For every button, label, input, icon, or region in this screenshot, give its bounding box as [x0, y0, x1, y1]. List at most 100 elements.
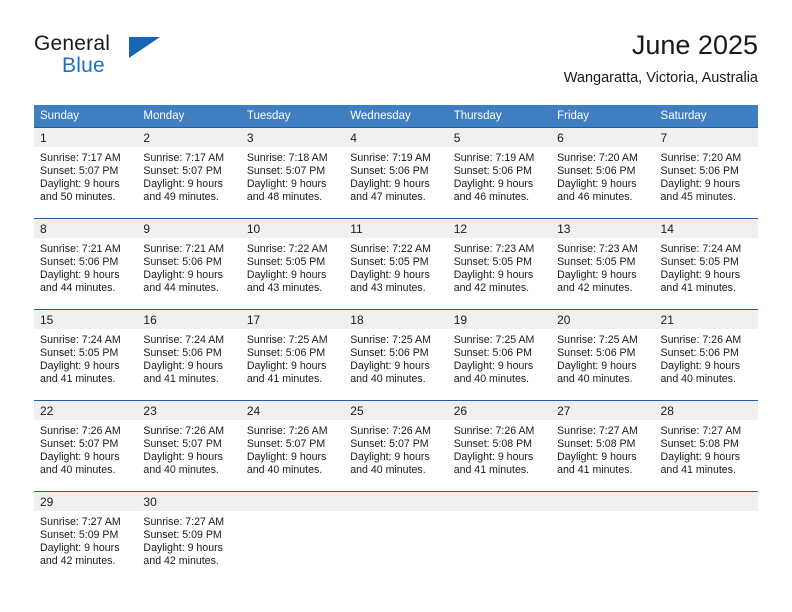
- sunset-text: Sunset: 5:06 PM: [143, 256, 222, 269]
- daylight-text-line1: Daylight: 9 hours: [453, 269, 534, 282]
- day-number: [654, 492, 758, 511]
- sunset-text: Sunset: 5:06 PM: [40, 256, 119, 269]
- daylight-text-line2: and 40 minutes.: [246, 464, 323, 477]
- calendar-day-cell[interactable]: 3 Sunrise: 7:18 AM Sunset: 5:07 PM Daylight…: [240, 127, 345, 219]
- calendar-day-cell[interactable]: 20 Sunrise: 7:25 AM Sunset: 5:06 PM Dayligh…: [551, 309, 655, 401]
- calendar-day-cell[interactable]: 6 Sunrise: 7:20 AM Sunset: 5:06 PM Daylight…: [551, 127, 655, 219]
- day-details: Sunrise: 7:25 AM Sunset: 5:06 PM Daylight:…: [241, 329, 344, 386]
- day-details: Sunrise: 7:21 AM Sunset: 5:06 PM Daylight:…: [137, 238, 240, 295]
- daylight-text-line1: Daylight: 9 hours: [660, 451, 741, 464]
- general-blue-logo[interactable]: General Blue: [34, 32, 164, 82]
- calendar-day-cell[interactable]: 21 Sunrise: 7:26 AM Sunset: 5:06 PM Dayligh…: [654, 309, 758, 401]
- day-details: Sunrise: 7:19 AM Sunset: 5:06 PM Daylight:…: [448, 147, 551, 204]
- sunrise-text: Sunrise: 7:17 AM: [143, 152, 225, 164]
- title-block: June 2025 Wangaratta, Victoria, Australi…: [564, 28, 758, 88]
- daylight-text-line2: and 41 minutes.: [143, 373, 219, 386]
- daylight-text-line1: Daylight: 9 hours: [143, 269, 223, 282]
- day-number: 1: [34, 128, 138, 147]
- calendar-day-cell[interactable]: 12 Sunrise: 7:23 AM Sunset: 5:05 PM Dayligh…: [447, 218, 552, 310]
- weekday-header-sunday: Sunday: [34, 105, 138, 128]
- sunset-text: Sunset: 5:07 PM: [143, 438, 222, 451]
- day-details: Sunrise: 7:24 AM Sunset: 5:05 PM Daylight:…: [34, 329, 137, 386]
- day-details: Sunrise: 7:27 AM Sunset: 5:08 PM Daylight:…: [655, 420, 758, 477]
- daylight-text-line2: and 40 minutes.: [350, 464, 426, 477]
- calendar-day-cell[interactable]: 2 Sunrise: 7:17 AM Sunset: 5:07 PM Daylight…: [137, 127, 241, 219]
- day-details: Sunrise: 7:26 AM Sunset: 5:07 PM Daylight:…: [34, 420, 137, 477]
- daylight-text-line2: and 40 minutes.: [660, 373, 736, 386]
- day-number: 2: [137, 128, 241, 147]
- calendar-day-cell[interactable]: 19 Sunrise: 7:25 AM Sunset: 5:06 PM Dayligh…: [447, 309, 552, 401]
- sunset-text: Sunset: 5:08 PM: [453, 438, 533, 451]
- calendar-day-cell[interactable]: 17 Sunrise: 7:25 AM Sunset: 5:06 PM Dayligh…: [240, 309, 345, 401]
- day-number: 20: [551, 310, 655, 329]
- calendar-day-cell[interactable]: 9 Sunrise: 7:21 AM Sunset: 5:06 PM Daylight…: [137, 218, 241, 310]
- sunrise-text: Sunrise: 7:21 AM: [40, 243, 121, 255]
- calendar-day-cell[interactable]: 14 Sunrise: 7:24 AM Sunset: 5:05 PM Dayligh…: [654, 218, 758, 310]
- daylight-text-line1: Daylight: 9 hours: [40, 360, 120, 373]
- calendar-day-cell[interactable]: 15 Sunrise: 7:24 AM Sunset: 5:05 PM Dayligh…: [34, 309, 138, 401]
- daylight-text-line1: Daylight: 9 hours: [246, 178, 327, 191]
- day-details: Sunrise: 7:25 AM Sunset: 5:06 PM Daylight:…: [551, 329, 654, 386]
- day-details: Sunrise: 7:17 AM Sunset: 5:07 PM Daylight:…: [137, 147, 240, 204]
- calendar-page: General Blue June 2025 Wangaratta, Victo…: [0, 0, 792, 612]
- calendar-day-cell-empty: [240, 491, 345, 580]
- calendar-day-cell[interactable]: 11 Sunrise: 7:22 AM Sunset: 5:05 PM Dayligh…: [344, 218, 448, 310]
- daylight-text-line2: and 43 minutes.: [350, 282, 426, 295]
- calendar-day-cell[interactable]: 16 Sunrise: 7:24 AM Sunset: 5:06 PM Dayligh…: [137, 309, 241, 401]
- daylight-text-line2: and 41 minutes.: [557, 464, 633, 477]
- calendar-day-cell[interactable]: 8 Sunrise: 7:21 AM Sunset: 5:06 PM Daylight…: [34, 218, 138, 310]
- day-number: [551, 492, 655, 511]
- calendar-day-cell[interactable]: 26 Sunrise: 7:26 AM Sunset: 5:08 PM Dayligh…: [447, 400, 552, 492]
- calendar-day-cell[interactable]: 22 Sunrise: 7:26 AM Sunset: 5:07 PM Dayligh…: [34, 400, 138, 492]
- daylight-text-line1: Daylight: 9 hours: [557, 451, 637, 464]
- daylight-text-line2: and 41 minutes.: [246, 373, 323, 386]
- day-details: Sunrise: 7:24 AM Sunset: 5:05 PM Daylight:…: [655, 238, 758, 295]
- sunset-text: Sunset: 5:06 PM: [246, 347, 326, 360]
- day-details: Sunrise: 7:26 AM Sunset: 5:07 PM Daylight:…: [137, 420, 240, 477]
- day-number: 13: [551, 219, 655, 238]
- calendar-day-cell[interactable]: 25 Sunrise: 7:26 AM Sunset: 5:07 PM Dayligh…: [344, 400, 448, 492]
- calendar-day-cell[interactable]: 28 Sunrise: 7:27 AM Sunset: 5:08 PM Dayligh…: [654, 400, 758, 492]
- day-number: 4: [344, 128, 448, 147]
- calendar-day-cell[interactable]: 13 Sunrise: 7:23 AM Sunset: 5:05 PM Dayligh…: [551, 218, 655, 310]
- day-number: 7: [654, 128, 758, 147]
- daylight-text-line2: and 47 minutes.: [350, 191, 426, 204]
- day-details: Sunrise: 7:19 AM Sunset: 5:06 PM Daylight:…: [344, 147, 447, 204]
- location-subtitle: Wangaratta, Victoria, Australia: [563, 70, 758, 86]
- calendar-day-cell[interactable]: 1 Sunrise: 7:17 AM Sunset: 5:07 PM Daylight…: [34, 127, 138, 219]
- calendar-day-cell[interactable]: 29 Sunrise: 7:27 AM Sunset: 5:09 PM Dayligh…: [34, 491, 138, 580]
- calendar-day-cell-empty: [654, 491, 758, 580]
- daylight-text-line2: and 41 minutes.: [40, 373, 116, 386]
- sunset-text: Sunset: 5:05 PM: [660, 256, 739, 269]
- sunrise-text: Sunrise: 7:27 AM: [40, 516, 121, 528]
- calendar-day-cell[interactable]: 7 Sunrise: 7:20 AM Sunset: 5:06 PM Daylight…: [654, 127, 758, 219]
- sunrise-text: Sunrise: 7:23 AM: [453, 243, 535, 255]
- daylight-text-line2: and 40 minutes.: [453, 373, 530, 386]
- day-details: Sunrise: 7:27 AM Sunset: 5:09 PM Daylight:…: [137, 511, 240, 568]
- calendar-day-cell[interactable]: 4 Sunrise: 7:19 AM Sunset: 5:06 PM Daylight…: [344, 127, 448, 219]
- calendar-day-cell[interactable]: 18 Sunrise: 7:25 AM Sunset: 5:06 PM Dayligh…: [344, 309, 448, 401]
- day-details: Sunrise: 7:23 AM Sunset: 5:05 PM Daylight:…: [551, 238, 654, 295]
- logo-triangle-icon: [129, 37, 160, 58]
- daylight-text-line2: and 40 minutes.: [557, 373, 633, 386]
- day-number: 23: [137, 401, 241, 420]
- calendar-day-cell[interactable]: 30 Sunrise: 7:27 AM Sunset: 5:09 PM Dayligh…: [137, 491, 241, 580]
- calendar-day-cell[interactable]: 27 Sunrise: 7:27 AM Sunset: 5:08 PM Dayligh…: [551, 400, 655, 492]
- day-details: Sunrise: 7:17 AM Sunset: 5:07 PM Daylight:…: [34, 147, 137, 204]
- page-header: General Blue June 2025 Wangaratta, Victo…: [34, 28, 758, 98]
- sunrise-text: Sunrise: 7:25 AM: [246, 334, 328, 346]
- sunrise-text: Sunrise: 7:21 AM: [143, 243, 225, 255]
- sunset-text: Sunset: 5:06 PM: [660, 165, 739, 178]
- daylight-text-line2: and 42 minutes.: [557, 282, 633, 295]
- calendar-day-cell[interactable]: 10 Sunrise: 7:22 AM Sunset: 5:05 PM Dayligh…: [240, 218, 345, 310]
- day-number: 10: [240, 219, 345, 238]
- sunrise-text: Sunrise: 7:23 AM: [557, 243, 638, 255]
- day-number: 22: [34, 401, 138, 420]
- daylight-text-line1: Daylight: 9 hours: [660, 178, 741, 191]
- daylight-text-line2: and 49 minutes.: [143, 191, 219, 204]
- sunset-text: Sunset: 5:07 PM: [143, 165, 222, 178]
- sunrise-text: Sunrise: 7:26 AM: [246, 425, 328, 437]
- calendar-day-cell[interactable]: 23 Sunrise: 7:26 AM Sunset: 5:07 PM Dayligh…: [137, 400, 241, 492]
- calendar-day-cell[interactable]: 5 Sunrise: 7:19 AM Sunset: 5:06 PM Daylight…: [447, 127, 552, 219]
- calendar-day-cell[interactable]: 24 Sunrise: 7:26 AM Sunset: 5:07 PM Dayligh…: [240, 400, 345, 492]
